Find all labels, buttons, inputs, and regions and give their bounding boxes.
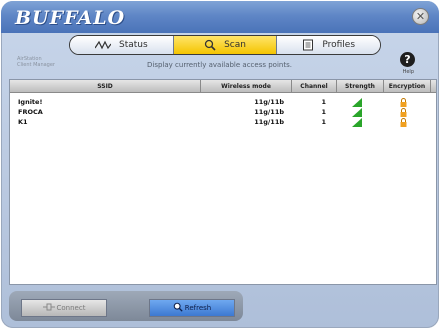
signal-strength-icon: [334, 97, 380, 107]
action-bar: Connect Refresh: [9, 291, 243, 321]
tab-label: Scan: [224, 40, 246, 50]
lock-icon: [380, 97, 426, 107]
signal-wave-icon: [94, 40, 111, 50]
tab-status[interactable]: Status: [70, 36, 174, 54]
document-icon: [302, 39, 314, 51]
signal-strength-icon: [334, 117, 380, 127]
connect-label: Connect: [56, 304, 86, 312]
column-header-encryption[interactable]: Encryption: [384, 80, 431, 92]
close-button[interactable]: ✕: [412, 8, 429, 25]
lock-icon: [380, 107, 426, 117]
refresh-label: Refresh: [184, 304, 212, 312]
channel-cell: 1: [321, 98, 326, 106]
column-header-mode[interactable]: Wireless mode: [201, 80, 292, 92]
channel-cell: 1: [321, 108, 326, 116]
magnifier-icon: [204, 39, 216, 51]
close-icon: ✕: [415, 10, 426, 23]
app-window: BUFFALO ✕ Status Scan Profiles AirStatio…: [1, 1, 439, 328]
brand-line-2: Client Manager: [17, 62, 55, 68]
column-header-strength[interactable]: Strength: [337, 80, 384, 92]
access-point-table: SSID Wireless mode Channel Strength Encr…: [9, 79, 437, 285]
ssid-cell: FROCA: [18, 108, 43, 116]
ssid-cell: K1: [18, 118, 28, 126]
connect-button[interactable]: Connect: [21, 299, 107, 317]
mode-cell: 11g/11b: [254, 108, 284, 116]
table-header: SSID Wireless mode Channel Strength Encr…: [10, 80, 436, 93]
table-row[interactable]: FROCA 11g/11b 1: [10, 107, 436, 117]
lock-icon: [380, 117, 426, 127]
help-icon[interactable]: ?: [400, 52, 415, 67]
channel-cell: 1: [321, 118, 326, 126]
app-logo: BUFFALO: [15, 7, 126, 29]
column-header-channel[interactable]: Channel: [292, 80, 337, 92]
magnifier-icon: [173, 302, 183, 314]
help-label: Help: [402, 69, 414, 75]
tab-label: Status: [118, 40, 148, 50]
tab-profiles[interactable]: Profiles: [277, 36, 380, 54]
column-header-ssid[interactable]: SSID: [10, 80, 201, 92]
table-row[interactable]: Ignite! 11g/11b 1: [10, 97, 436, 107]
connect-icon: [42, 303, 55, 313]
ssid-cell: Ignite!: [18, 98, 43, 106]
tab-label: Profiles: [322, 40, 356, 50]
mode-cell: 11g/11b: [254, 118, 284, 126]
signal-strength-icon: [334, 107, 380, 117]
title-bar: BUFFALO ✕: [1, 1, 439, 33]
brand-subtitle: AirStation Client Manager: [17, 56, 55, 68]
refresh-button[interactable]: Refresh: [149, 299, 235, 317]
page-description: Display currently available access point…: [147, 61, 292, 69]
table-row[interactable]: K1 11g/11b 1: [10, 117, 436, 127]
tab-scan[interactable]: Scan: [173, 36, 278, 54]
mode-cell: 11g/11b: [254, 98, 284, 106]
tab-bar: Status Scan Profiles: [69, 35, 381, 55]
table-body: Ignite! 11g/11b 1 FROCA 11g/11b 1 K1 11g…: [10, 93, 436, 127]
